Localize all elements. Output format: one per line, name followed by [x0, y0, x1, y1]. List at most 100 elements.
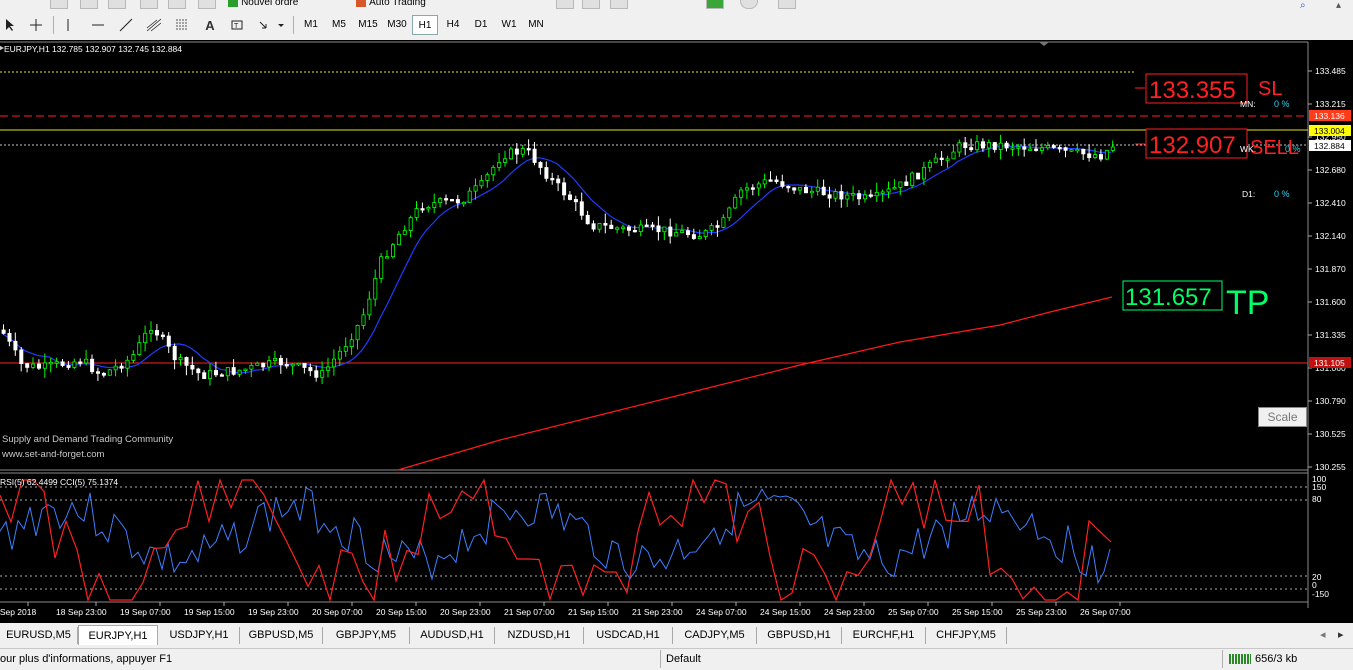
tab-scroll-right-icon[interactable]: ▸	[1338, 628, 1344, 641]
candle-body	[927, 161, 932, 168]
price-axis-label: 132.140	[1315, 231, 1346, 241]
text-label-icon[interactable]: A	[200, 15, 220, 35]
tab-eurjpy-h1[interactable]: EURJPY,H1	[78, 625, 158, 645]
candle-body	[845, 194, 850, 200]
candle-body	[538, 162, 543, 168]
tab-nzdusd-h1[interactable]: NZDUSD,H1	[495, 627, 584, 644]
menu-icon[interactable]: ▴	[1336, 0, 1341, 11]
tab-gbpjpy-m5[interactable]: GBPJPY,M5	[323, 627, 410, 644]
candle-body	[284, 364, 289, 367]
vertical-line-icon[interactable]	[58, 15, 78, 35]
timeframe-d1-button[interactable]: D1	[468, 15, 494, 35]
screenshot-icon[interactable]	[778, 0, 796, 9]
cci-line	[0, 478, 1112, 603]
candle-body	[1028, 148, 1033, 151]
sl-price-text: 133.355	[1149, 77, 1236, 104]
toolbar-top-button[interactable]	[168, 0, 186, 9]
candle-body	[839, 191, 844, 200]
time-axis-label: 18 Sep 2018	[0, 607, 36, 617]
candle-body	[178, 357, 183, 361]
candle-body	[514, 148, 519, 155]
tab-audusd-h1[interactable]: AUDUSD,H1	[410, 627, 495, 644]
timeframe-m15-button[interactable]: M15	[354, 15, 382, 35]
toolbar-top-button[interactable]	[80, 0, 98, 9]
tab-chfjpy-m5[interactable]: CHFJPY,M5	[926, 627, 1007, 644]
auto-trading-button[interactable]: Auto Trading	[356, 0, 446, 8]
tab-usdjpy-h1[interactable]: USDJPY,H1	[159, 627, 240, 644]
timeframe-w1-button[interactable]: W1	[496, 15, 522, 35]
candle-body	[809, 190, 814, 194]
indicator-axis-label: 80	[1312, 494, 1322, 504]
candle-body	[196, 368, 201, 374]
arrows-dropdown-icon[interactable]	[256, 15, 286, 35]
candle-body	[213, 370, 218, 376]
cursor-icon[interactable]	[0, 15, 20, 35]
fibonacci-icon[interactable]	[172, 15, 192, 35]
zoom-in-icon[interactable]	[582, 0, 600, 9]
candle-body	[149, 330, 154, 334]
candle-body	[904, 181, 909, 186]
candle-body	[745, 187, 750, 191]
history-icon[interactable]	[740, 0, 758, 9]
status-traffic: 656/3 kb	[1255, 653, 1298, 665]
crosshair-icon[interactable]	[26, 15, 46, 35]
horizontal-line-icon[interactable]	[88, 15, 108, 35]
candle-body	[90, 358, 95, 373]
tab-gbpusd-h1[interactable]: GBPUSD,H1	[757, 627, 842, 644]
text-tag-icon[interactable]: T	[228, 15, 248, 35]
time-axis-label: 19 Sep 15:00	[184, 607, 235, 617]
candle-body	[314, 370, 319, 378]
price-axis-label: 131.870	[1315, 264, 1346, 274]
timeframe-h1-button[interactable]: H1	[412, 15, 438, 35]
sl-label: SL	[1258, 78, 1282, 100]
candle-body	[544, 167, 549, 179]
candle-body	[54, 361, 59, 364]
new-chart-icon[interactable]	[706, 0, 724, 9]
tab-gbpusd-m5[interactable]: GBPUSD,M5	[240, 627, 323, 644]
toolbar-top-button[interactable]	[50, 0, 68, 9]
candle-body	[632, 229, 637, 233]
timeframe-mn-button[interactable]: MN	[523, 15, 549, 35]
zoom-out-icon[interactable]	[610, 0, 628, 9]
candle-body	[237, 369, 242, 375]
price-chart[interactable]: EURJPY,H1 132.785 132.907 132.745 132.88…	[0, 40, 1353, 623]
time-axis-label: 21 Sep 23:00	[632, 607, 683, 617]
scale-button[interactable]: Scale	[1258, 407, 1307, 427]
equidistant-channel-icon[interactable]	[144, 15, 164, 35]
candle-body	[326, 366, 331, 371]
candle-body	[886, 188, 891, 193]
candle-body	[190, 364, 195, 370]
candle-body	[390, 244, 395, 258]
timeframe-m1-button[interactable]: M1	[298, 15, 324, 35]
candle-body	[1010, 147, 1015, 150]
candle-body	[774, 179, 779, 182]
timeframe-h4-button[interactable]: H4	[440, 15, 466, 35]
candle-body	[880, 191, 885, 194]
candle-body	[42, 362, 47, 369]
candle-body	[37, 363, 42, 369]
tab-eurchf-h1[interactable]: EURCHF,H1	[842, 627, 926, 644]
tab-eurusd-m5[interactable]: EURUSD,M5	[0, 627, 78, 644]
candle-body	[331, 358, 336, 368]
trendline-icon[interactable]	[116, 15, 136, 35]
new-order-label: Nouvel ordre	[241, 0, 299, 8]
candlesticks	[1, 134, 1115, 386]
toolbar-top-button[interactable]	[556, 0, 574, 9]
toolbar-top-button[interactable]	[198, 0, 216, 9]
tab-cadjpy-m5[interactable]: CADJPY,M5	[673, 627, 757, 644]
candle-body	[349, 339, 354, 347]
tab-usdcad-h1[interactable]: USDCAD,H1	[584, 627, 673, 644]
candle-body	[998, 142, 1003, 150]
toolbar-top-button[interactable]	[108, 0, 126, 9]
chart-window[interactable]: EURJPY,H1 132.785 132.907 132.745 132.88…	[0, 40, 1353, 623]
toolbar-top-button[interactable]	[140, 0, 158, 9]
timeframe-m30-button[interactable]: M30	[383, 15, 411, 35]
candle-body	[992, 142, 997, 150]
time-axis: 18 Sep 2018 18 Sep 23:00 19 Sep 07:00 19 Se…	[0, 602, 1131, 617]
timeframe-m5-button[interactable]: M5	[326, 15, 352, 35]
candle-body	[1087, 153, 1092, 158]
new-order-button[interactable]: Nouvel ordre	[228, 0, 318, 8]
candle-body	[432, 202, 437, 208]
tab-scroll-left-icon[interactable]: ◂	[1320, 628, 1326, 641]
search-icon[interactable]: ⌕	[1300, 0, 1306, 11]
